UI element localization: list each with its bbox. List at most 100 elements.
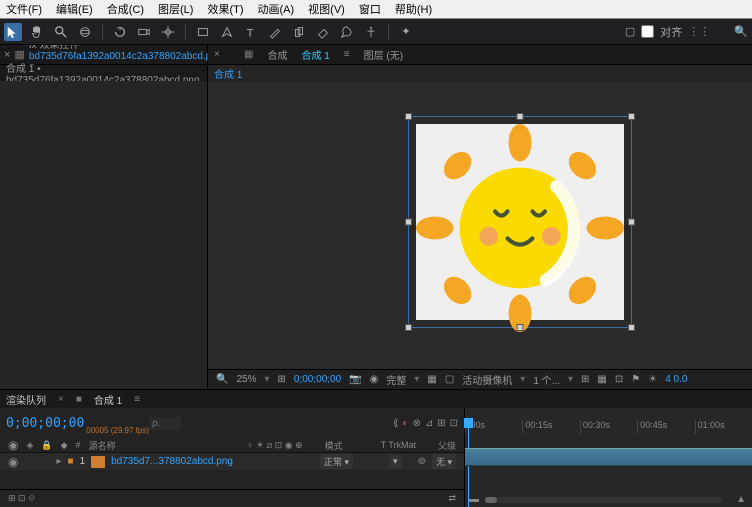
- effects-panel: × ▦ fx 效果控件 bd735d76fa1392a0014c2a378802…: [0, 45, 208, 389]
- expand-icon[interactable]: ▸: [56, 456, 61, 467]
- viewer-tab-comp-label[interactable]: 合成: [267, 47, 287, 62]
- layer-bounding-box[interactable]: [408, 116, 632, 328]
- resolution-icon[interactable]: ⊞: [278, 374, 286, 385]
- current-timecode[interactable]: 0;00;00;00: [6, 416, 84, 431]
- snap-icon: ▢: [625, 25, 635, 38]
- timeline-search[interactable]: [149, 417, 181, 430]
- close-icon[interactable]: ×: [4, 49, 10, 61]
- channels-icon[interactable]: ◉: [370, 374, 379, 385]
- menu-layer[interactable]: 图层(L): [158, 1, 193, 17]
- label-column-icon: ◆: [61, 440, 68, 451]
- source-column: 源名称: [89, 439, 116, 452]
- visibility-toggle[interactable]: ◉: [8, 455, 18, 469]
- preview-quality-dropdown[interactable]: 完整: [386, 372, 406, 387]
- text-tool[interactable]: T: [242, 23, 260, 41]
- selection-tool[interactable]: [4, 23, 22, 41]
- time-ruler[interactable]: .00s 00:15s 00:30s 00:45s 01:00s: [465, 420, 752, 434]
- menu-view[interactable]: 视图(V): [308, 1, 345, 17]
- brain-icon[interactable]: ⊡: [450, 418, 458, 429]
- parent-pick-icon[interactable]: ⊚: [418, 456, 426, 467]
- lock-column-icon: 🔒: [41, 440, 52, 451]
- menu-edit[interactable]: 编辑(E): [56, 1, 93, 17]
- layer-duration-bar[interactable]: [465, 448, 752, 466]
- audio-column-icon: ◈: [26, 440, 33, 451]
- timeline-tab-render[interactable]: 渲染队列: [6, 392, 46, 407]
- view4-icon[interactable]: ⚑: [631, 374, 640, 385]
- close-icon[interactable]: ×: [214, 49, 226, 61]
- zoom-tool[interactable]: [52, 23, 70, 41]
- toggle-switches-icon[interactable]: ⊞ ⊡ ⟐: [8, 493, 35, 504]
- effects-panel-subtitle: 合成 1 • bd735d76fa1392a0014c2a378802abcd.…: [0, 65, 207, 81]
- local-axis-tool[interactable]: ✦: [397, 23, 415, 41]
- mask-icon[interactable]: ▢: [445, 374, 454, 385]
- hand-tool[interactable]: [28, 23, 46, 41]
- menu-file[interactable]: 文件(F): [6, 1, 42, 17]
- draft3d-icon[interactable]: ⊞: [437, 418, 445, 429]
- visibility-column-icon: ◉: [8, 438, 18, 452]
- parent-dropdown[interactable]: 无 ▾: [432, 454, 456, 469]
- view2-icon[interactable]: ▦: [597, 374, 606, 385]
- zoom-dropdown[interactable]: 25%: [236, 374, 256, 385]
- views-dropdown[interactable]: 1 个...: [533, 372, 560, 387]
- timeline-panel: 渲染队列 × ■ 合成 1 ≡ 0;00;00;00 00005 (29.97 …: [0, 389, 752, 507]
- exposure-value[interactable]: 4 0.0: [665, 374, 687, 385]
- clone-tool[interactable]: [290, 23, 308, 41]
- motion-blur-icon[interactable]: ⊗: [412, 418, 420, 429]
- svg-text:T: T: [247, 27, 254, 39]
- panel-menu-icon[interactable]: ▦: [244, 49, 253, 60]
- menu-effect[interactable]: 效果(T): [207, 1, 243, 17]
- rectangle-tool[interactable]: [194, 23, 212, 41]
- snap-options-icon[interactable]: ⋮⋮: [688, 25, 710, 38]
- viewer-tab-layer[interactable]: 图层 (无): [364, 47, 403, 62]
- timecode-frames: 00005 (29.97 fps): [86, 426, 149, 435]
- toggle-modes-button[interactable]: ⇄: [448, 493, 456, 504]
- toolbar: T ✦ ▢ 对齐 ⋮⋮ 🔍: [0, 19, 752, 45]
- trkmat-dropdown[interactable]: ▾: [389, 455, 402, 468]
- brush-tool[interactable]: [266, 23, 284, 41]
- exposure-icon[interactable]: ☀: [648, 374, 657, 385]
- rotate-tool[interactable]: [111, 23, 129, 41]
- layer-label-color[interactable]: ■: [68, 456, 74, 467]
- roto-tool[interactable]: [338, 23, 356, 41]
- anchor-tool[interactable]: [159, 23, 177, 41]
- viewer-breadcrumb: 合成 1: [208, 65, 752, 82]
- index-column: #: [76, 440, 81, 450]
- grid-icon[interactable]: ▦: [427, 374, 436, 385]
- puppet-tool[interactable]: [362, 23, 380, 41]
- menu-composition[interactable]: 合成(C): [107, 1, 144, 17]
- orbit-tool[interactable]: [76, 23, 94, 41]
- eraser-tool[interactable]: [314, 23, 332, 41]
- camera-dropdown[interactable]: 活动摄像机: [462, 372, 512, 387]
- view1-icon[interactable]: ⊞: [581, 374, 589, 385]
- zoom-out-icon[interactable]: ▬: [469, 494, 479, 505]
- search-help-icon[interactable]: 🔍: [734, 25, 748, 38]
- hide-shy-icon[interactable]: ⟪: [393, 418, 399, 429]
- timeline-tracks-area[interactable]: .00s 00:15s 00:30s 00:45s 01:00s ▬ ▲: [465, 408, 752, 507]
- snap-checkbox[interactable]: [641, 25, 654, 38]
- time-display[interactable]: 0;00;00;00: [294, 374, 341, 385]
- timeline-zoom-slider[interactable]: [485, 497, 722, 503]
- mode-column: 模式: [325, 439, 343, 452]
- layer-name[interactable]: bd735d7...378802abcd.png: [111, 456, 233, 467]
- menu-window[interactable]: 窗口: [359, 1, 381, 17]
- snap-label: 对齐: [660, 24, 682, 40]
- blend-mode-dropdown[interactable]: 正常 ▾: [320, 454, 353, 469]
- layer-row[interactable]: ◉ ▸ ■ 1 bd735d7...378802abcd.png 正常 ▾ ▾ …: [0, 452, 464, 470]
- graph-icon[interactable]: ⊿: [425, 418, 433, 429]
- canvas[interactable]: [208, 82, 752, 369]
- magnify-icon[interactable]: 🔍: [216, 374, 228, 385]
- parent-column: 父级: [438, 439, 456, 452]
- viewer-tab-active[interactable]: 合成 1: [301, 47, 329, 62]
- zoom-in-icon[interactable]: ▲: [736, 494, 746, 505]
- menu-bar: 文件(F) 编辑(E) 合成(C) 图层(L) 效果(T) 动画(A) 视图(V…: [0, 0, 752, 19]
- frame-blend-icon[interactable]: ◐: [402, 418, 408, 429]
- snapshot-icon[interactable]: 📷: [349, 374, 361, 385]
- timeline-tab-comp[interactable]: 合成 1: [94, 392, 122, 407]
- menu-help[interactable]: 帮助(H): [395, 1, 432, 17]
- menu-animation[interactable]: 动画(A): [258, 1, 295, 17]
- viewer-footer: 🔍 25%▾ ⊞ 0;00;00;00 📷 ◉ 完整▾ ▦ ▢ 活动摄像机▾ 1…: [208, 369, 752, 389]
- panel-menu-icon[interactable]: ■: [76, 394, 82, 405]
- view3-icon[interactable]: ⊡: [615, 374, 623, 385]
- camera-tool[interactable]: [135, 23, 153, 41]
- pen-tool[interactable]: [218, 23, 236, 41]
